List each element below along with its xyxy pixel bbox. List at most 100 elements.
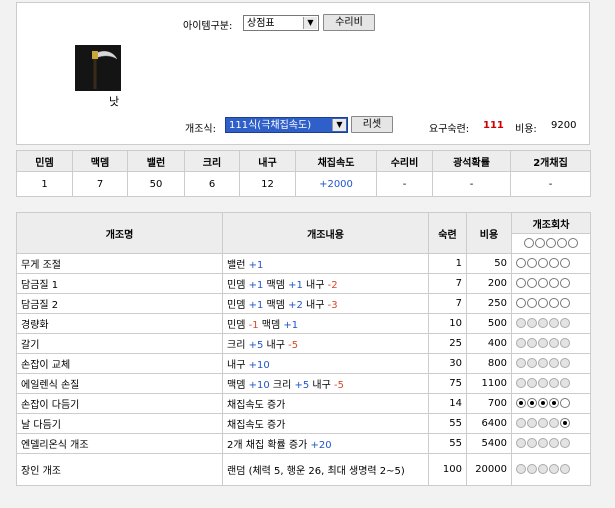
radio-icon bbox=[549, 358, 559, 368]
radio-icon bbox=[527, 338, 537, 348]
mod-name: 날 다듬기 bbox=[16, 413, 223, 434]
mod-effect-part: 채집속도 증가 bbox=[227, 420, 286, 431]
category-select-value: 상점표 bbox=[247, 18, 275, 29]
radio-icon bbox=[538, 438, 548, 448]
mod-cost: 400 bbox=[466, 333, 512, 354]
table-row: 에일렌식 손질 맥뎀 +10 크리 +5 내구 -5 75 1100 bbox=[16, 373, 591, 394]
mod-effect-part: 내구 bbox=[309, 380, 334, 391]
mod-cost: 250 bbox=[466, 293, 512, 314]
mod-effect-part: 맥뎀 bbox=[227, 380, 249, 391]
radio-icon[interactable] bbox=[527, 258, 537, 268]
chevron-down-icon: ▼ bbox=[332, 119, 346, 131]
mod-effect-part: +5 bbox=[294, 380, 310, 391]
table-row: 경량화 민뎀 -1 맥뎀 +1 10 500 bbox=[16, 313, 591, 334]
stat-header: 민뎀 bbox=[16, 150, 73, 172]
mod-name: 손잡이 다듬기 bbox=[16, 393, 223, 414]
radio-icon bbox=[527, 418, 537, 428]
radio-icon[interactable] bbox=[516, 278, 526, 288]
mod-effect-part: 크리 bbox=[227, 340, 249, 351]
stat-value: 1 bbox=[16, 171, 73, 197]
header-radios bbox=[511, 233, 591, 254]
radio-icon bbox=[560, 464, 570, 474]
radio-icon[interactable] bbox=[549, 298, 559, 308]
mod-skill: 7 bbox=[428, 273, 467, 294]
mod-count-radios bbox=[511, 393, 591, 414]
mod-effect-part: -1 bbox=[248, 320, 259, 331]
category-label: 아이템구분: bbox=[183, 21, 233, 32]
stat-value: 12 bbox=[239, 171, 296, 197]
table-row: 장인 개조 랜덤 (체력 5, 행운 26, 최대 생명력 2~5) 100 2000… bbox=[16, 453, 591, 486]
radio-selected-icon[interactable] bbox=[527, 398, 537, 408]
mod-effect-part: 랜덤 (체력 5, 행운 26, 최대 생명력 2~5) bbox=[227, 466, 405, 477]
mod-name: 담금질 2 bbox=[16, 293, 223, 314]
radio-icon bbox=[556, 238, 567, 248]
header-mod-count: 개조회차 bbox=[511, 212, 591, 234]
radio-icon bbox=[549, 338, 559, 348]
cost-value: 9200 bbox=[551, 120, 577, 131]
radio-icon[interactable] bbox=[527, 298, 537, 308]
mod-name: 담금질 1 bbox=[16, 273, 223, 294]
mod-effect-part: 민뎀 bbox=[227, 300, 249, 311]
req-skill-label: 요구숙련: bbox=[429, 124, 470, 135]
mod-skill: 75 bbox=[428, 373, 467, 394]
radio-selected-icon[interactable] bbox=[560, 418, 570, 428]
stat-value: - bbox=[376, 171, 433, 197]
mod-effect-part: +10 bbox=[248, 380, 270, 391]
mod-count-radios bbox=[511, 373, 591, 394]
radio-icon[interactable] bbox=[516, 298, 526, 308]
radio-icon bbox=[516, 378, 526, 388]
radio-icon[interactable] bbox=[516, 258, 526, 268]
scythe-icon bbox=[75, 45, 121, 91]
mod-effect-part: -5 bbox=[288, 340, 299, 351]
category-select[interactable]: 상점표 ▼ bbox=[243, 15, 319, 31]
mod-skill: 7 bbox=[428, 293, 467, 314]
mod-select[interactable]: 111식(극채집속도) ▼ bbox=[225, 117, 348, 133]
radio-icon bbox=[534, 238, 545, 248]
radio-selected-icon[interactable] bbox=[516, 398, 526, 408]
mod-effect-part: 내구 bbox=[227, 360, 249, 371]
mod-cost: 20000 bbox=[466, 453, 512, 486]
radio-icon[interactable] bbox=[527, 278, 537, 288]
mod-cost: 50 bbox=[466, 253, 512, 274]
radio-icon[interactable] bbox=[538, 258, 548, 268]
radio-icon[interactable] bbox=[549, 278, 559, 288]
radio-icon bbox=[538, 338, 548, 348]
radio-icon[interactable] bbox=[560, 258, 570, 268]
radio-icon[interactable] bbox=[560, 398, 570, 408]
req-skill-value: 111 bbox=[483, 120, 504, 131]
mod-cost: 5400 bbox=[466, 433, 512, 454]
radio-icon[interactable] bbox=[549, 258, 559, 268]
radio-selected-icon[interactable] bbox=[538, 398, 548, 408]
mod-effect-part: +1 bbox=[248, 300, 264, 311]
mod-effect-part: +5 bbox=[248, 340, 264, 351]
mod-effect-part: -2 bbox=[327, 280, 338, 291]
radio-icon bbox=[549, 318, 559, 328]
radio-selected-icon[interactable] bbox=[549, 398, 559, 408]
radio-icon bbox=[516, 358, 526, 368]
mod-effect-part: -3 bbox=[327, 300, 338, 311]
table-row: 손잡이 교체 내구 +10 30 800 bbox=[16, 353, 591, 374]
radio-icon[interactable] bbox=[538, 298, 548, 308]
radio-icon[interactable] bbox=[560, 298, 570, 308]
mod-count-radios bbox=[511, 253, 591, 274]
radio-icon bbox=[549, 378, 559, 388]
radio-icon bbox=[560, 338, 570, 348]
mod-count-radios bbox=[511, 413, 591, 434]
radio-icon bbox=[567, 238, 578, 248]
mod-count-radios bbox=[511, 453, 591, 486]
mod-cost: 700 bbox=[466, 393, 512, 414]
table-row: 날 다듬기 채집속도 증가 55 6400 bbox=[16, 413, 591, 434]
radio-icon bbox=[545, 238, 556, 248]
mod-effect-part: 채집속도 증가 bbox=[227, 400, 286, 411]
mod-count-radios bbox=[511, 293, 591, 314]
mod-effect-part: 2개 채집 확률 증가 bbox=[227, 440, 311, 451]
repair-cost-button[interactable]: 수리비 bbox=[323, 14, 375, 31]
reset-button[interactable]: 리셋 bbox=[351, 116, 393, 133]
mod-skill: 10 bbox=[428, 313, 467, 334]
mod-cost: 500 bbox=[466, 313, 512, 334]
mod-effect: 맥뎀 +10 크리 +5 내구 -5 bbox=[222, 373, 429, 394]
stat-value: 50 bbox=[127, 171, 185, 197]
radio-icon[interactable] bbox=[538, 278, 548, 288]
mod-label: 개조식: bbox=[185, 124, 216, 135]
radio-icon[interactable] bbox=[560, 278, 570, 288]
